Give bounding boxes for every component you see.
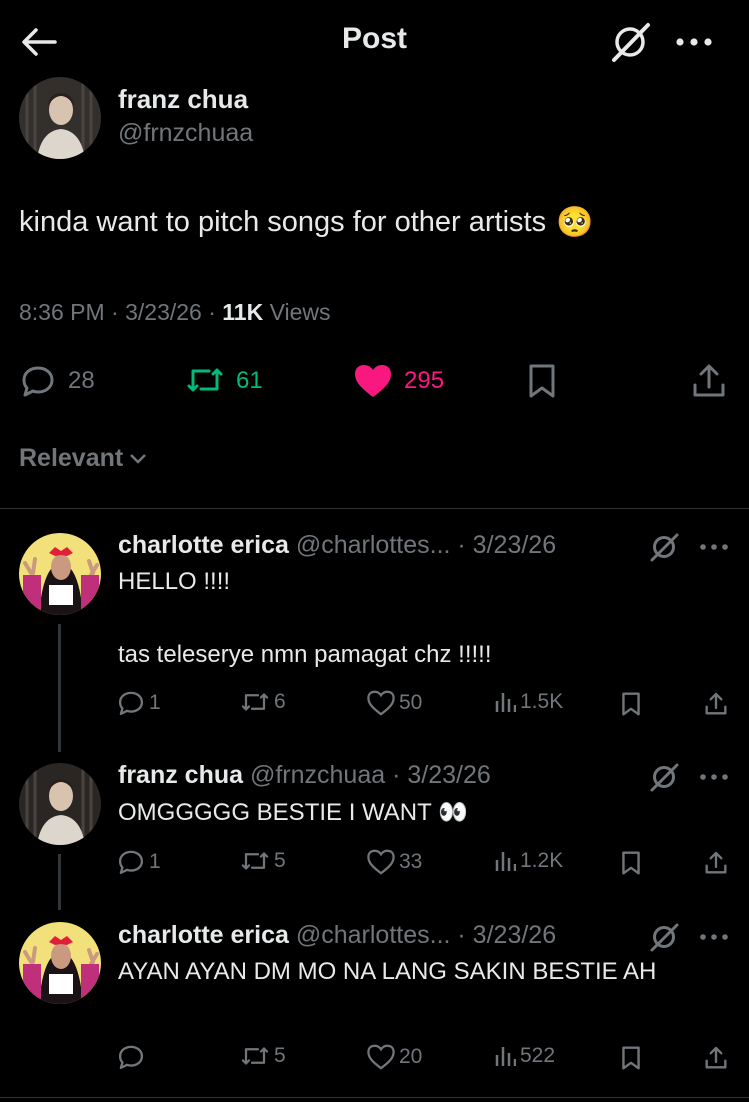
grok-icon[interactable] xyxy=(646,920,682,954)
reply-button[interactable] xyxy=(117,1044,145,1070)
views-label: Views xyxy=(263,299,331,325)
grok-icon[interactable] xyxy=(646,530,682,564)
share-icon[interactable] xyxy=(702,849,730,877)
pleading-face-emoji: 🥺 xyxy=(556,206,594,239)
views-count: 522 xyxy=(520,1044,556,1067)
like-count: 20 xyxy=(399,1045,423,1068)
more-options-icon[interactable] xyxy=(672,28,716,56)
share-icon[interactable] xyxy=(702,690,730,718)
divider xyxy=(0,1097,749,1098)
repost-count: 6 xyxy=(274,690,286,713)
reply-handle-date[interactable]: @frnzchuaa · 3/23/26 xyxy=(243,761,491,789)
bookmark-icon[interactable] xyxy=(618,1044,644,1072)
reply-header: charlotte erica @charlottes... · 3/23/26 xyxy=(118,531,556,560)
avatar[interactable] xyxy=(19,922,101,1004)
reply-count: 1 xyxy=(149,691,161,714)
reply-author-name[interactable]: franz chua xyxy=(118,761,243,789)
views-count: 11K xyxy=(222,299,264,325)
thread-line xyxy=(58,624,61,752)
like-button[interactable]: 50 xyxy=(367,690,422,716)
like-count: 33 xyxy=(399,850,423,873)
like-count: 295 xyxy=(404,367,445,394)
reply-button[interactable]: 1 xyxy=(117,849,161,875)
reply-count: 28 xyxy=(68,367,95,394)
reply-handle-date[interactable]: @charlottes... · 3/23/26 xyxy=(289,921,556,949)
avatar[interactable] xyxy=(19,77,101,159)
repost-count: 5 xyxy=(274,1044,286,1067)
reply-text: HELLO !!!! xyxy=(118,568,231,595)
views-button[interactable]: 522 xyxy=(494,1044,555,1068)
avatar[interactable] xyxy=(19,763,101,845)
repost-button[interactable]: 5 xyxy=(240,1044,286,1068)
reply-count: 1 xyxy=(149,850,161,873)
reply-text: OMGGGGG BESTIE I WANT 👀 xyxy=(118,795,718,831)
post-text: kinda want to pitch songs for other arti… xyxy=(19,205,593,240)
reply-button[interactable]: 1 xyxy=(117,690,161,716)
like-button[interactable]: 20 xyxy=(367,1044,422,1070)
chevron-down-icon xyxy=(129,453,147,465)
repost-button[interactable]: 6 xyxy=(240,690,286,714)
views-button[interactable]: 1.5K xyxy=(494,690,563,714)
share-icon[interactable] xyxy=(702,1044,730,1072)
more-options-icon[interactable] xyxy=(698,538,730,556)
repost-icon[interactable] xyxy=(184,364,226,396)
share-icon[interactable] xyxy=(690,362,728,400)
thread-line xyxy=(58,854,61,910)
heart-filled-icon[interactable] xyxy=(352,362,394,400)
avatar[interactable] xyxy=(19,533,101,615)
eyes-emoji: 👀 xyxy=(438,799,468,826)
sort-label: Relevant xyxy=(19,444,124,472)
post-text-content: kinda want to pitch songs for other arti… xyxy=(19,206,547,238)
bookmark-icon[interactable] xyxy=(618,690,644,718)
author-handle[interactable]: @frnzchuaa xyxy=(118,119,253,148)
post-timestamp: 8:36 PM · 3/23/26 · xyxy=(19,299,223,325)
reply-text: AYAN AYAN DM MO NA LANG SAKIN BESTIE AH xyxy=(118,958,657,985)
views-count: 1.5K xyxy=(520,690,564,713)
views-count: 1.2K xyxy=(520,849,564,872)
grok-icon[interactable] xyxy=(646,760,682,794)
bookmark-icon[interactable] xyxy=(524,362,560,400)
reply-header: franz chua @frnzchuaa · 3/23/26 xyxy=(118,761,491,790)
like-button[interactable]: 33 xyxy=(367,849,422,875)
author-name[interactable]: franz chua xyxy=(118,84,248,115)
reply-author-name[interactable]: charlotte erica xyxy=(118,921,289,949)
like-count: 50 xyxy=(399,691,423,714)
reply-author-name[interactable]: charlotte erica xyxy=(118,531,289,559)
repost-count: 5 xyxy=(274,849,286,872)
reply-handle-date[interactable]: @charlottes... · 3/23/26 xyxy=(289,531,556,559)
bookmark-icon[interactable] xyxy=(618,849,644,877)
views-button[interactable]: 1.2K xyxy=(494,849,563,873)
reply-text-content: OMGGGGG BESTIE I WANT xyxy=(118,799,432,826)
repost-count: 61 xyxy=(236,367,263,394)
post-meta: 8:36 PM · 3/23/26 · 11K Views xyxy=(19,299,331,326)
divider xyxy=(0,508,749,509)
reply-icon[interactable] xyxy=(19,364,57,398)
repost-button[interactable]: 5 xyxy=(240,849,286,873)
sort-dropdown[interactable]: Relevant xyxy=(19,444,147,473)
reply-text: tas teleserye nmn pamagat chz !!!!! xyxy=(118,641,492,668)
grok-icon[interactable] xyxy=(606,18,654,66)
reply-header: charlotte erica @charlottes... · 3/23/26 xyxy=(118,921,556,950)
more-options-icon[interactable] xyxy=(698,928,730,946)
more-options-icon[interactable] xyxy=(698,768,730,786)
